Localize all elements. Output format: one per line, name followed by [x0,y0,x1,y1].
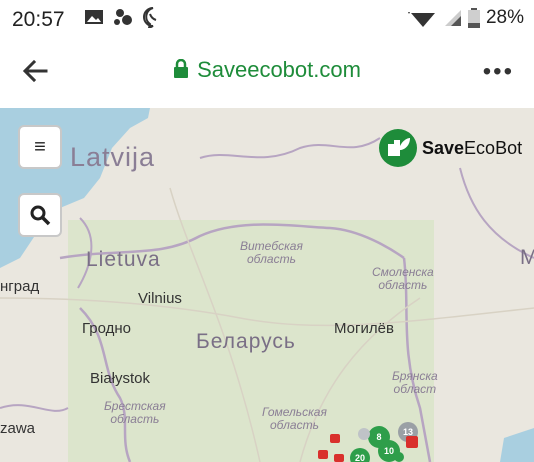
battery-percent: 28% [485,7,524,28]
saveecobot-logo[interactable]: SaveEcoBot [378,128,522,168]
label-smolensk-region: Смоленска область [372,265,434,292]
more-options-button[interactable]: ••• [483,58,514,86]
label-ngrad: нград [0,278,40,295]
label-bialystok: Białystok [90,370,151,387]
status-right: 28% [407,7,524,29]
saveecobot-logo-text: SaveEcoBot [422,137,523,158]
lock-icon [174,59,189,78]
menu-button[interactable]: ≡ [18,125,62,169]
sensor-cluster-marker[interactable]: 20 [350,448,370,462]
label-belarus: Беларусь [196,330,296,353]
label-m-edge: M [520,246,534,269]
battery-icon [467,8,480,28]
browser-address-bar: Saveecobot.com ••• [0,38,534,108]
signal-icon [444,10,461,26]
label-gomel-region: Гомельская область [262,405,327,432]
url-text: Saveecobot.com [197,57,361,82]
image-icon [85,10,103,24]
menu-icon: ≡ [34,135,46,158]
search-icon [30,205,51,226]
saveecobot-logo-icon [379,129,417,167]
sensor-marker[interactable] [406,436,418,448]
sensor-marker[interactable] [330,434,340,443]
status-bar: 20:57 28% [0,0,534,38]
sensor-marker[interactable] [318,450,328,459]
status-notification-icons [84,6,164,28]
label-brest-region: Брестская область [104,399,166,426]
sensor-marker[interactable] [394,452,404,462]
label-lietuva: Lietuva [86,248,161,271]
url-field[interactable]: Saveecobot.com [0,57,534,83]
label-bryansk-region: Брянска област [392,369,438,396]
label-latvija: Latvija [70,142,156,172]
sensor-marker[interactable] [358,428,370,440]
label-mogilev: Могилёв [334,320,394,337]
status-time: 20:57 [12,8,65,31]
map-view[interactable]: ≡ SaveEcoBot Latvija Lietuva Vilnius нгр… [0,108,534,462]
search-button[interactable] [18,193,62,237]
wifi-icon [407,12,435,27]
viber-bot-icon [114,9,132,25]
viber-icon [143,7,157,28]
label-vitebsk-region: Витебская область [240,239,303,266]
sensor-marker[interactable] [334,454,344,462]
label-grodno: Гродно [82,320,132,337]
label-zawa: zawa [0,420,36,437]
label-vilnius: Vilnius [138,290,182,307]
